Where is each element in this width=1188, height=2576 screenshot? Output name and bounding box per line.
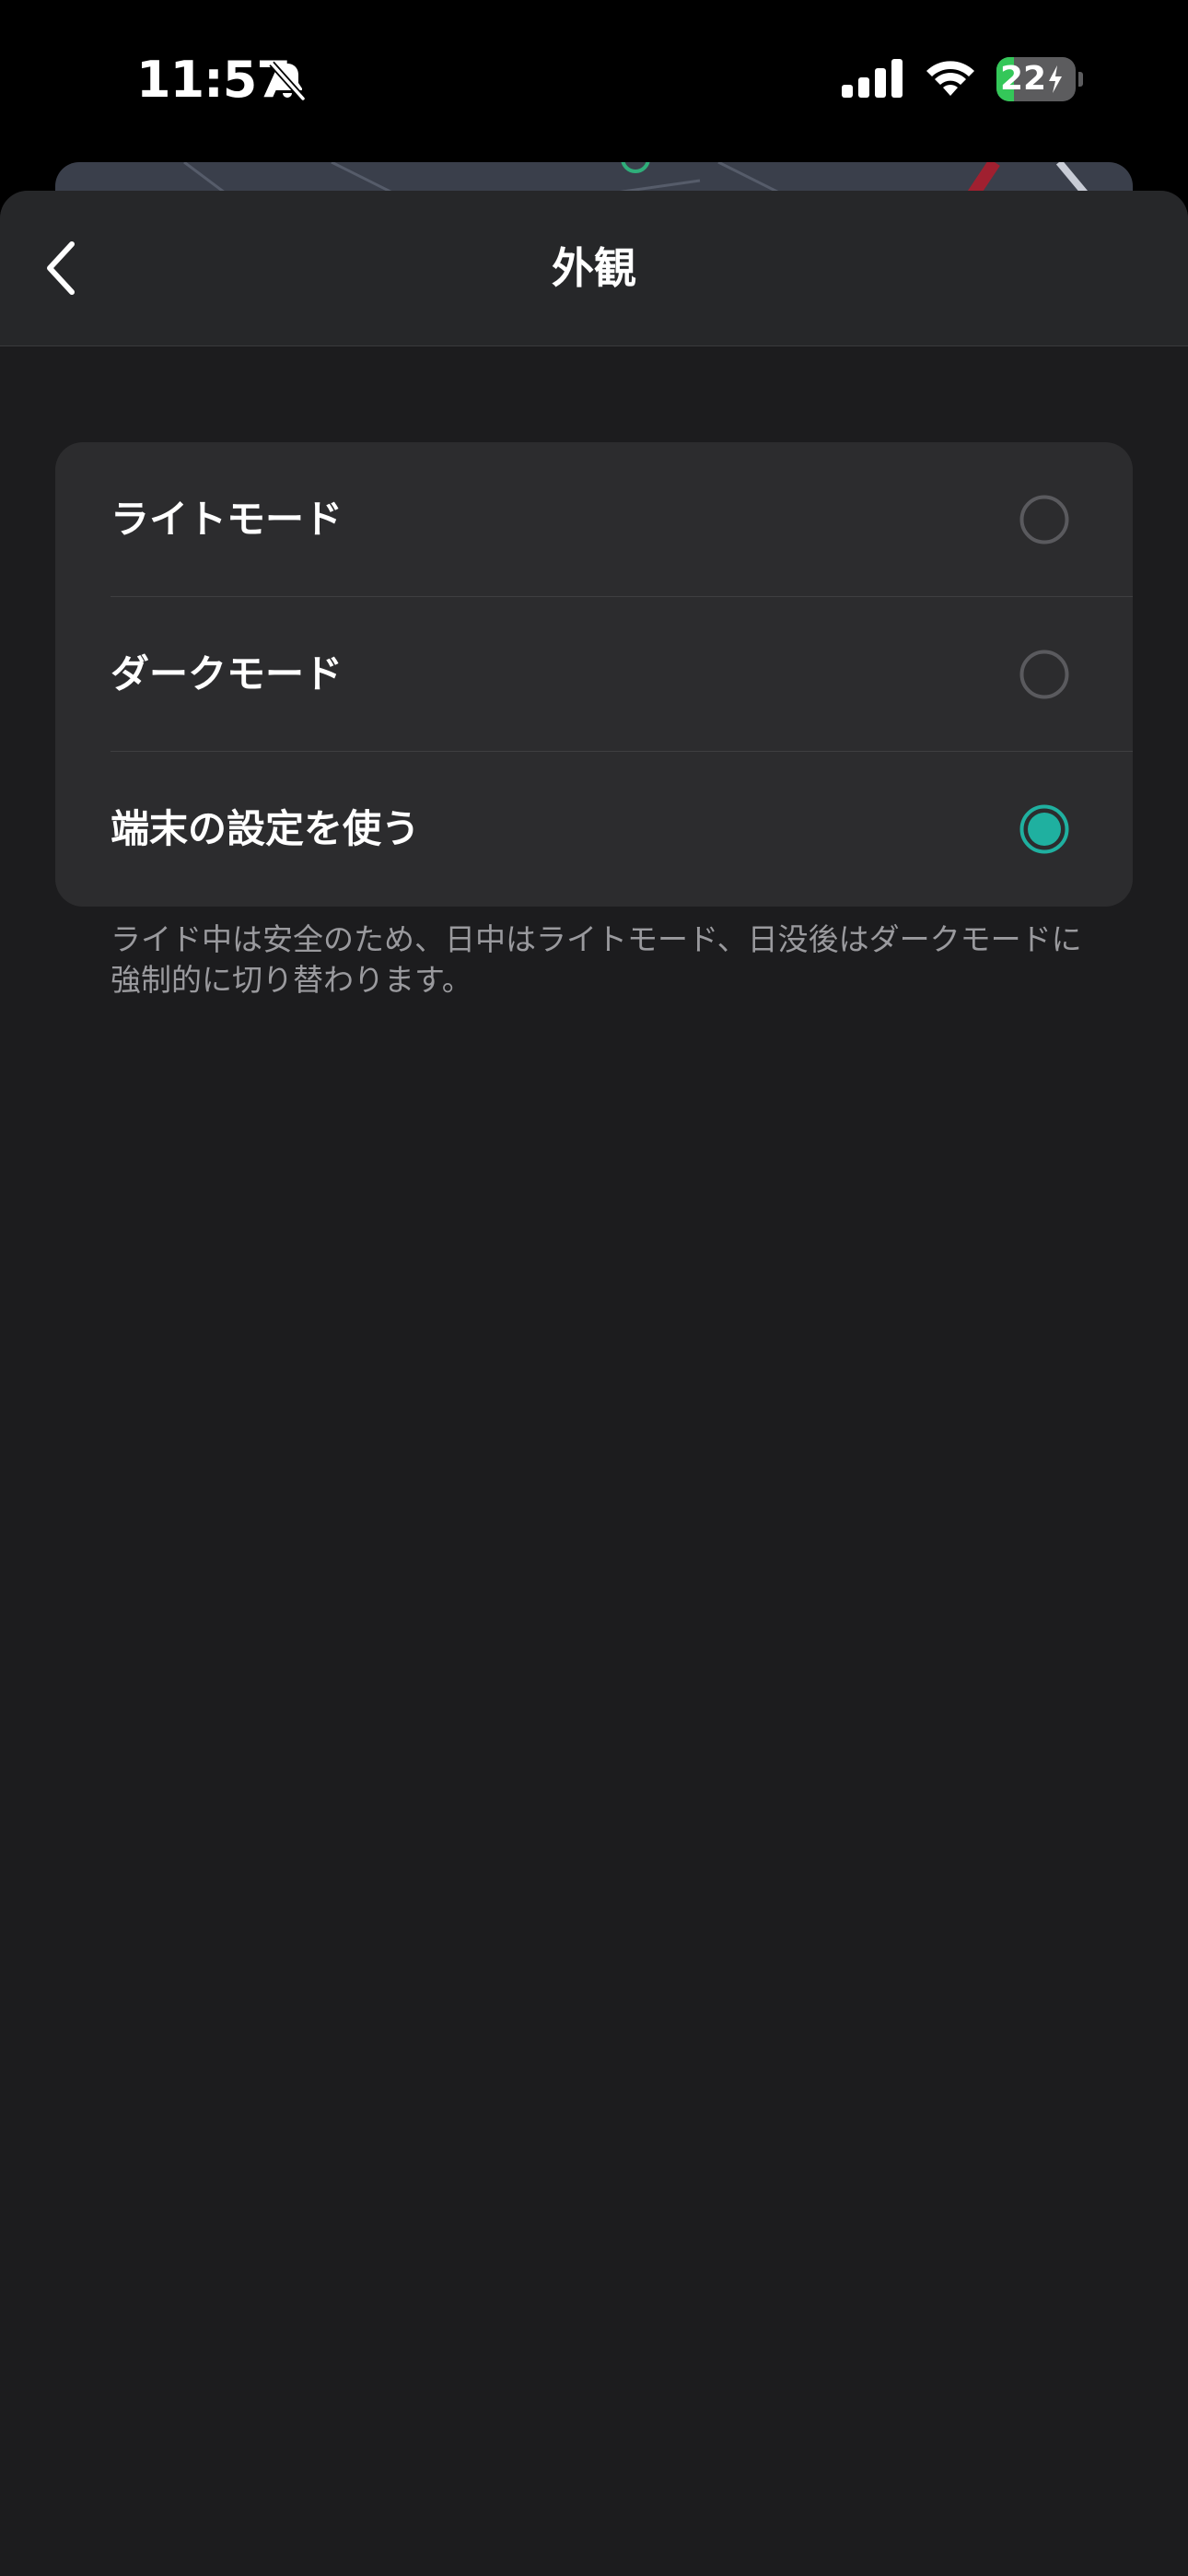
status-bar: 11:57 22: [0, 0, 1188, 161]
charging-bolt-icon: [1049, 65, 1063, 93]
battery-percent: 22: [1000, 60, 1047, 98]
radio-unselected-icon[interactable]: [1019, 495, 1069, 544]
wifi-icon: [926, 61, 974, 96]
option-label: ライトモード: [111, 497, 344, 542]
radio-selected-icon[interactable]: [1019, 804, 1069, 854]
bell-slash-icon: [269, 61, 306, 101]
appearance-footnote: ライド中は安全のため、日中はライトモード、日没後はダークモードに強制的に切り替わ…: [111, 921, 1082, 998]
navigation-bar: 外観: [0, 191, 1188, 346]
cellular-signal-icon: [842, 59, 903, 98]
appearance-options-card: ライトモード ダークモード 端末の設定を使う: [55, 442, 1133, 907]
battery-tip: [1078, 72, 1083, 87]
option-light-mode[interactable]: ライトモード: [55, 442, 1133, 597]
appearance-sheet: 外観 ライトモード ダークモード 端末の設定を使う ライド中は安全のため、日中は…: [0, 191, 1188, 2576]
radio-unselected-icon[interactable]: [1019, 650, 1069, 699]
option-label: ダークモード: [111, 651, 344, 697]
option-label: 端末の設定を使う: [111, 806, 421, 851]
option-dark-mode[interactable]: ダークモード: [55, 597, 1133, 752]
battery-level-text: 22: [1000, 57, 1064, 101]
battery-charging-icon: 22: [996, 57, 1083, 101]
option-use-device-setting[interactable]: 端末の設定を使う: [55, 752, 1133, 907]
page-title: 外観: [552, 243, 636, 293]
